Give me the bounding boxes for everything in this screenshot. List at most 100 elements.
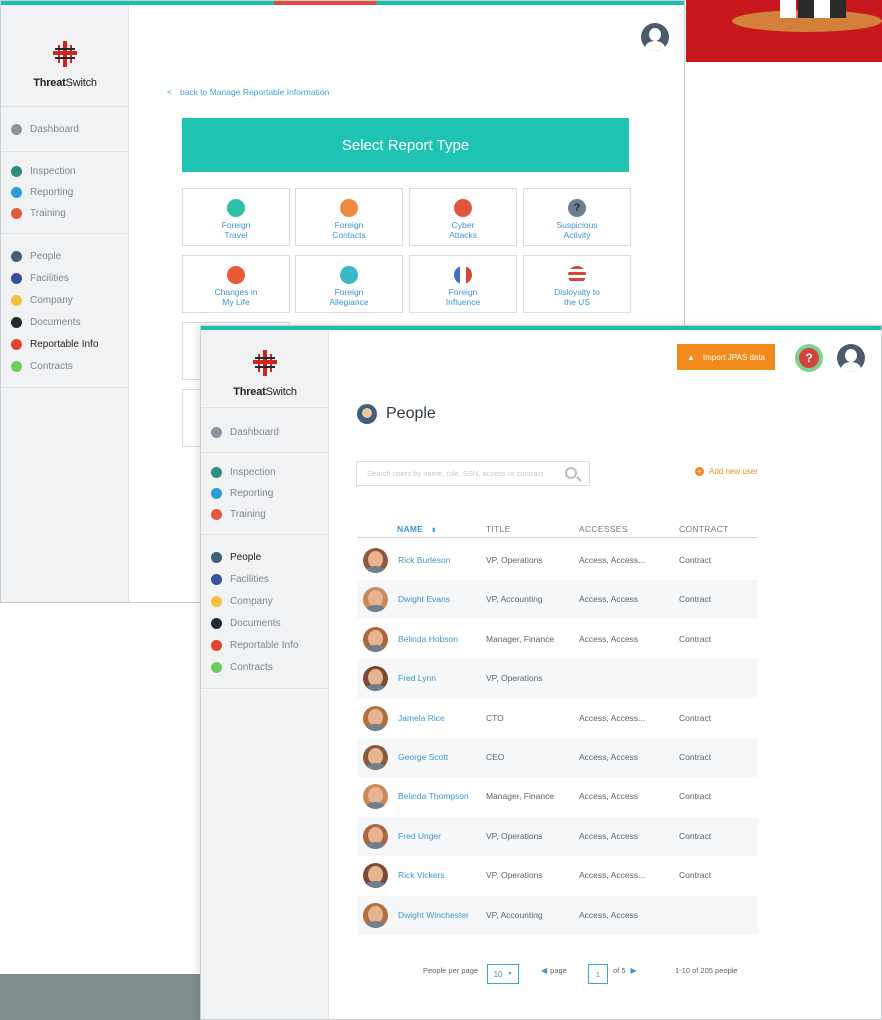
- sidebar-divider: [1, 106, 129, 107]
- sidebar-item-reporting[interactable]: Reporting: [211, 484, 273, 502]
- reportable-info-icon: [211, 639, 222, 651]
- contacts-icon: [340, 199, 358, 217]
- person-name-link[interactable]: Dwight Evans: [398, 594, 450, 604]
- person-contract: Contract: [679, 712, 712, 723]
- person-contract: Contract: [679, 791, 712, 802]
- logo-text-bold: Threat: [233, 386, 266, 398]
- column-header-title[interactable]: TITLE: [486, 524, 511, 534]
- tile-changes-in-my-life[interactable]: Changes in My Life: [182, 255, 290, 313]
- user-avatar-icon[interactable]: [837, 344, 865, 372]
- avatar: [363, 705, 388, 731]
- sidebar-item-facilities[interactable]: Facilities: [11, 269, 69, 287]
- person-contract: Contract: [679, 555, 712, 565]
- sidebar-item-contracts[interactable]: Contracts: [211, 658, 273, 676]
- avatar: [363, 626, 388, 652]
- upload-icon: ▲: [686, 352, 695, 362]
- sidebar-item-inspection[interactable]: Inspection: [11, 162, 76, 180]
- tile-suspicious-activity[interactable]: ? Suspicious Activity: [523, 188, 631, 246]
- sidebar-divider: [201, 407, 329, 408]
- tile-foreign-contacts[interactable]: Foreign Contacts: [295, 188, 403, 246]
- page-number-input[interactable]: 1: [588, 964, 608, 984]
- table-row[interactable]: Fred Unger VP, Operations Access, Access Co…: [357, 816, 758, 856]
- table-row[interactable]: Dwight Winchester VP, Accounting Access, A…: [357, 895, 758, 935]
- person-name-link[interactable]: Jamela Rice: [398, 713, 445, 723]
- person-accesses: Access, Access...: [579, 870, 646, 881]
- table-row[interactable]: Belinda Thompson Manager, Finance Access, …: [357, 777, 758, 816]
- company-icon: [211, 595, 222, 607]
- add-new-user-button[interactable]: + Add new user: [695, 467, 758, 476]
- person-accesses: Access, Access: [579, 909, 639, 920]
- tile-foreign-travel[interactable]: Foreign Travel: [182, 188, 290, 246]
- sidebar-item-company[interactable]: Company: [211, 592, 273, 610]
- tile-cyber-attacks[interactable]: Cyber Attacks: [409, 188, 517, 246]
- person-name-link[interactable]: George Scott: [398, 752, 448, 762]
- back-link[interactable]: < back to Manage Reportable Information: [167, 87, 329, 97]
- per-page-select[interactable]: 10 ▼: [487, 964, 519, 984]
- table-row[interactable]: George Scott CEO Access, Access Contract: [357, 738, 758, 777]
- previous-page-icon[interactable]: ◀: [541, 966, 547, 975]
- column-header-name[interactable]: NAME ⬍: [397, 524, 437, 534]
- reporting-icon: [211, 487, 222, 499]
- sidebar-item-training[interactable]: Training: [11, 204, 66, 222]
- sidebar-item-people[interactable]: People: [11, 247, 61, 265]
- person-title: VP, Operations: [486, 870, 543, 881]
- sidebar-item-inspection[interactable]: Inspection: [211, 463, 276, 481]
- table-row[interactable]: Fred Lynn VP, Operations: [357, 659, 758, 699]
- person-name-link[interactable]: Rick Burleson: [398, 555, 450, 565]
- person-name-link[interactable]: Fred Unger: [398, 831, 441, 841]
- sidebar-item-training[interactable]: Training: [211, 505, 266, 523]
- page-of-label: of 5: [613, 966, 626, 975]
- next-page-icon[interactable]: ▶: [631, 966, 637, 975]
- person-contract: Contract: [679, 752, 712, 762]
- user-avatar-icon[interactable]: [641, 23, 669, 51]
- sidebar-item-reportable-info[interactable]: Reportable Info: [11, 335, 98, 353]
- sidebar-item-people[interactable]: People: [211, 548, 261, 566]
- logo-text-bold: Threat: [33, 77, 66, 89]
- person-name-link[interactable]: Rick Vickers: [398, 870, 445, 880]
- column-header-contract[interactable]: CONTRACT: [679, 524, 729, 534]
- sidebar-divider: [201, 534, 329, 535]
- sidebar-item-documents[interactable]: Documents: [211, 614, 281, 632]
- sidebar-item-reporting[interactable]: Reporting: [11, 183, 73, 201]
- binoculars-icon: [11, 165, 22, 177]
- sidebar-item-company[interactable]: Company: [11, 291, 73, 309]
- tile-foreign-influence[interactable]: Foreign Influence: [409, 255, 517, 313]
- person-accesses: Access, Access...: [579, 712, 646, 723]
- table-row[interactable]: Belinda Hobson Manager, Finance Access, Ac…: [357, 620, 758, 659]
- sidebar-item-dashboard[interactable]: Dashboard: [211, 423, 279, 441]
- sidebar-item-dashboard[interactable]: Dashboard: [11, 120, 79, 138]
- person-name-link[interactable]: Belinda Thompson: [398, 791, 469, 801]
- search-input[interactable]: [367, 469, 557, 478]
- logo: ThreatSwitch: [201, 350, 329, 400]
- search-icon[interactable]: [565, 467, 577, 479]
- import-jpas-button[interactable]: ▲ Import JPAS data: [677, 344, 775, 370]
- page-title: People: [357, 404, 436, 424]
- logo: ThreatSwitch: [1, 41, 129, 91]
- person-title: VP, Operations: [486, 673, 543, 684]
- sidebar-item-facilities[interactable]: Facilities: [211, 570, 269, 588]
- person-accesses: Access, Access: [579, 791, 639, 802]
- person-name-link[interactable]: Fred Lynn: [398, 673, 436, 683]
- table-row[interactable]: Dwight Evans VP, Accounting Access, Access…: [357, 580, 758, 620]
- help-icon: ?: [799, 348, 819, 368]
- person-title: VP, Accounting: [486, 909, 543, 920]
- tile-disloyalty-to-the-us[interactable]: Disloyalty to the US: [523, 255, 631, 313]
- sidebar-item-reportable-info[interactable]: Reportable Info: [211, 636, 298, 654]
- table-row[interactable]: Jamela Rice CTO Access, Access... Contract: [357, 699, 758, 738]
- person-name-link[interactable]: Dwight Winchester: [398, 910, 469, 920]
- dashboard-icon: [11, 123, 22, 135]
- sidebar-item-documents[interactable]: Documents: [11, 313, 81, 331]
- person-name-link[interactable]: Belinda Hobson: [398, 634, 458, 644]
- per-page-label: People per page: [423, 966, 479, 975]
- search-box[interactable]: [356, 461, 590, 486]
- table-row[interactable]: Rick Burleson VP, Operations Access, Acces…: [357, 541, 758, 580]
- table-row[interactable]: Rick Vickers VP, Operations Access, Access…: [357, 856, 758, 895]
- help-button[interactable]: ?: [795, 344, 823, 372]
- column-header-accesses[interactable]: ACCESSES: [579, 524, 628, 534]
- tile-foreign-allegiance[interactable]: Foreign Allegiance: [295, 255, 403, 313]
- person-accesses: Access, Access: [579, 752, 639, 762]
- sort-icon[interactable]: ⬍: [431, 528, 436, 534]
- person-title: Manager, Finance: [486, 633, 555, 644]
- sidebar-item-contracts[interactable]: Contracts: [11, 357, 73, 375]
- sidebar-divider: [1, 387, 129, 388]
